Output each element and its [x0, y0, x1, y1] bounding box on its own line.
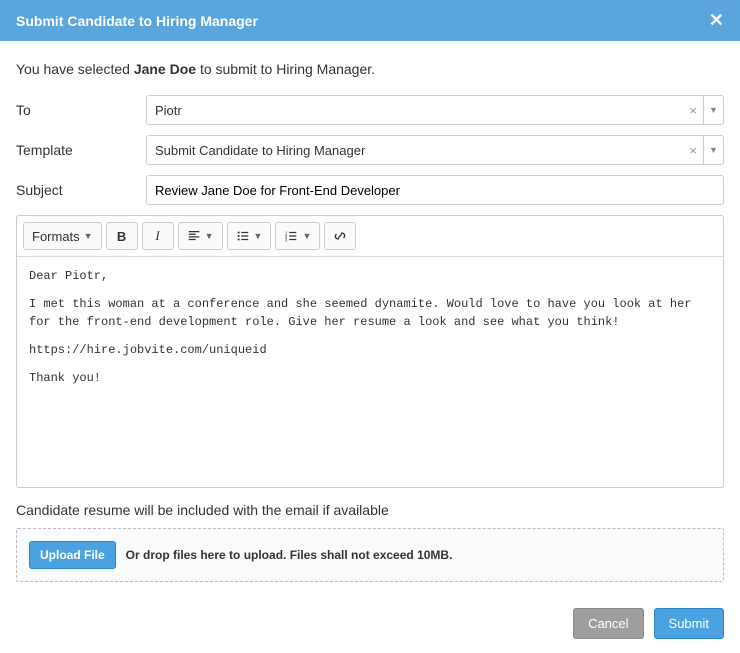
svg-text:3: 3: [285, 237, 288, 242]
chevron-down-icon[interactable]: ▼: [703, 136, 723, 164]
clear-icon[interactable]: ×: [683, 103, 703, 118]
attach-note: Candidate resume will be included with t…: [16, 502, 724, 518]
editor-toolbar: Formats ▼ B I ▼ ▼ 123 ▼: [17, 216, 723, 257]
editor-greeting: Dear Piotr,: [29, 267, 711, 285]
align-left-icon: [187, 229, 201, 243]
candidate-name: Jane Doe: [134, 61, 196, 77]
template-label: Template: [16, 142, 146, 158]
link-button[interactable]: [324, 222, 356, 250]
subject-input[interactable]: [146, 175, 724, 205]
bold-icon: B: [117, 229, 126, 244]
modal-footer: Cancel Submit: [0, 594, 740, 653]
editor-body[interactable]: Dear Piotr, I met this woman at a confer…: [17, 257, 723, 487]
to-label: To: [16, 102, 146, 118]
number-list-icon: 123: [284, 229, 298, 243]
upload-file-button[interactable]: Upload File: [29, 541, 116, 569]
to-select[interactable]: Piotr × ▼: [146, 95, 724, 125]
modal-body: You have selected Jane Doe to submit to …: [0, 41, 740, 594]
clear-icon[interactable]: ×: [683, 143, 703, 158]
italic-button[interactable]: I: [142, 222, 174, 250]
row-subject: Subject: [16, 175, 724, 205]
editor-paragraph: I met this woman at a conference and she…: [29, 295, 711, 331]
formats-button[interactable]: Formats ▼: [23, 222, 102, 250]
editor-link: https://hire.jobvite.com/uniqueid: [29, 341, 711, 359]
submit-button[interactable]: Submit: [654, 608, 724, 639]
chevron-down-icon[interactable]: ▼: [703, 96, 723, 124]
italic-icon: I: [155, 228, 159, 244]
subject-label: Subject: [16, 182, 146, 198]
upload-dropzone[interactable]: Upload File Or drop files here to upload…: [16, 528, 724, 582]
editor-signoff: Thank you!: [29, 369, 711, 387]
intro-text: You have selected Jane Doe to submit to …: [16, 61, 724, 77]
rich-editor: Formats ▼ B I ▼ ▼ 123 ▼ Dear Piotr,: [16, 215, 724, 488]
template-select[interactable]: Submit Candidate to Hiring Manager × ▼: [146, 135, 724, 165]
intro-suffix: to submit to Hiring Manager.: [200, 61, 375, 77]
formats-label: Formats: [32, 229, 80, 244]
bullet-list-icon: [236, 229, 250, 243]
bold-button[interactable]: B: [106, 222, 138, 250]
align-button[interactable]: ▼: [178, 222, 223, 250]
cancel-button[interactable]: Cancel: [573, 608, 643, 639]
intro-prefix: You have selected: [16, 61, 130, 77]
to-value: Piotr: [147, 103, 683, 118]
bullet-list-button[interactable]: ▼: [227, 222, 272, 250]
template-value: Submit Candidate to Hiring Manager: [147, 143, 683, 158]
chevron-down-icon: ▼: [84, 231, 93, 241]
modal-header: Submit Candidate to Hiring Manager ✕: [0, 0, 740, 41]
row-to: To Piotr × ▼: [16, 95, 724, 125]
chevron-down-icon: ▼: [302, 231, 311, 241]
row-template: Template Submit Candidate to Hiring Mana…: [16, 135, 724, 165]
chevron-down-icon: ▼: [254, 231, 263, 241]
chevron-down-icon: ▼: [205, 231, 214, 241]
dropzone-text: Or drop files here to upload. Files shal…: [126, 548, 453, 562]
link-icon: [333, 229, 347, 243]
number-list-button[interactable]: 123 ▼: [275, 222, 320, 250]
modal-title: Submit Candidate to Hiring Manager: [16, 13, 258, 29]
close-icon[interactable]: ✕: [709, 10, 724, 31]
